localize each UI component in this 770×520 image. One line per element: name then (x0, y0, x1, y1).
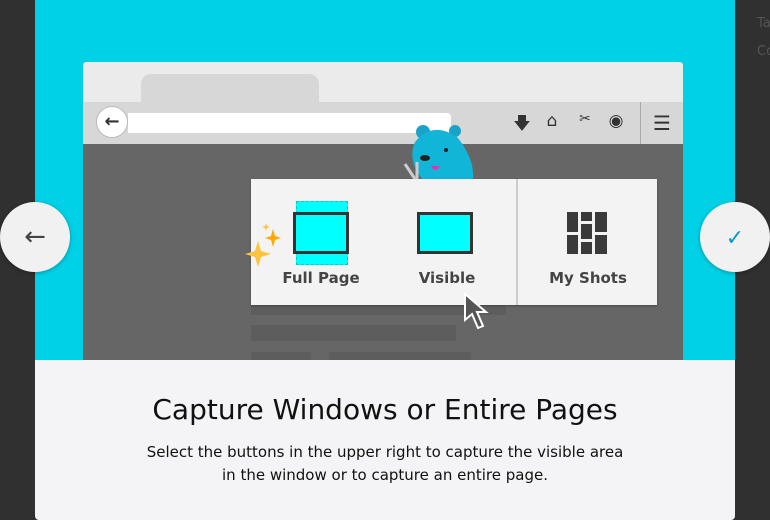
visible-icon (417, 212, 473, 254)
hero-illustration: ← 🡇 ⌂ ✂ ◉ ☰ Full Page Visible My Shots (35, 0, 735, 360)
done-button[interactable]: ✓ (700, 202, 770, 272)
tab-bar (83, 62, 683, 104)
full-page-button: Full Page (251, 179, 391, 305)
back-arrow-icon: ← (96, 106, 128, 138)
extension-icon: ◉ (608, 111, 624, 131)
menu-icon: ☰ (653, 111, 671, 135)
browser-tab (141, 74, 319, 104)
slide-description: Select the buttons in the upper right to… (115, 441, 655, 487)
description-line: in the window or to capture an entire pa… (222, 466, 548, 484)
previous-slide-button[interactable]: ← (0, 202, 70, 272)
screenshots-icon: ✂ (579, 111, 591, 127)
browser-illustration: ← 🡇 ⌂ ✂ ◉ ☰ Full Page Visible My Shots (83, 62, 683, 360)
description-line: Select the buttons in the upper right to… (146, 443, 624, 461)
download-icon: 🡇 (513, 114, 531, 134)
mouse-cursor-icon (464, 292, 489, 330)
my-shots-button: My Shots (518, 179, 657, 305)
home-icon: ⌂ (546, 111, 558, 131)
checkmark-icon: ✓ (725, 226, 745, 251)
background-text: Co (757, 44, 770, 59)
visible-button: Visible (391, 179, 516, 305)
full-page-label: Full Page (282, 269, 360, 287)
screenshot-menu-panel: Full Page Visible My Shots (245, 179, 657, 305)
visible-label: Visible (418, 269, 476, 287)
arrow-left-icon: ← (24, 222, 46, 252)
toolbar-separator (640, 102, 641, 144)
browser-toolbar: ← 🡇 ⌂ ✂ ◉ ☰ (83, 102, 683, 144)
my-shots-label: My Shots (549, 269, 627, 287)
slide-title: Capture Windows or Entire Pages (152, 393, 618, 426)
my-shots-grid-icon (567, 212, 607, 254)
background-text: Ta (757, 16, 770, 31)
full-page-frame (293, 212, 349, 254)
onboarding-modal: ← 🡇 ⌂ ✂ ◉ ☰ Full Page Visible My Shots C… (35, 0, 735, 520)
